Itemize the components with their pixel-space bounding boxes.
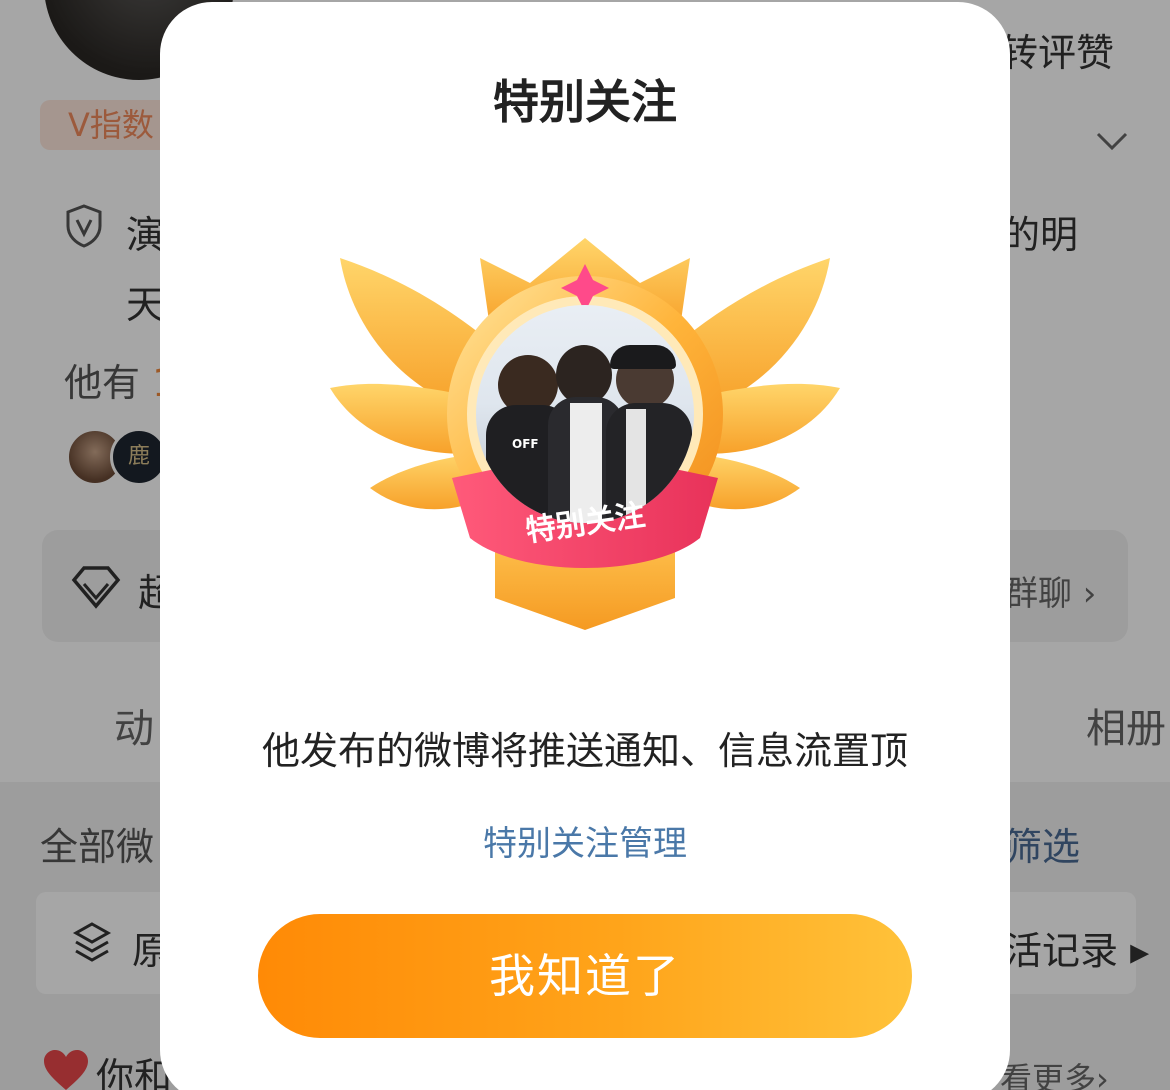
dialog-description: 他发布的微博将推送通知、信息流置顶 <box>261 729 908 773</box>
special-follow-dialog: 特别关注 OFF 特别关注 他发布的微博将推送通知、信息流置顶 特别关注管理 我… <box>160 2 1010 1090</box>
dialog-title: 特别关注 <box>493 75 677 129</box>
person-figure <box>556 345 612 405</box>
person-figure <box>610 345 676 369</box>
shirt-text: OFF <box>512 437 539 451</box>
special-follow-manage-link[interactable]: 特别关注管理 <box>160 816 1010 865</box>
got-it-button[interactable]: 我知道了 <box>258 914 912 1038</box>
